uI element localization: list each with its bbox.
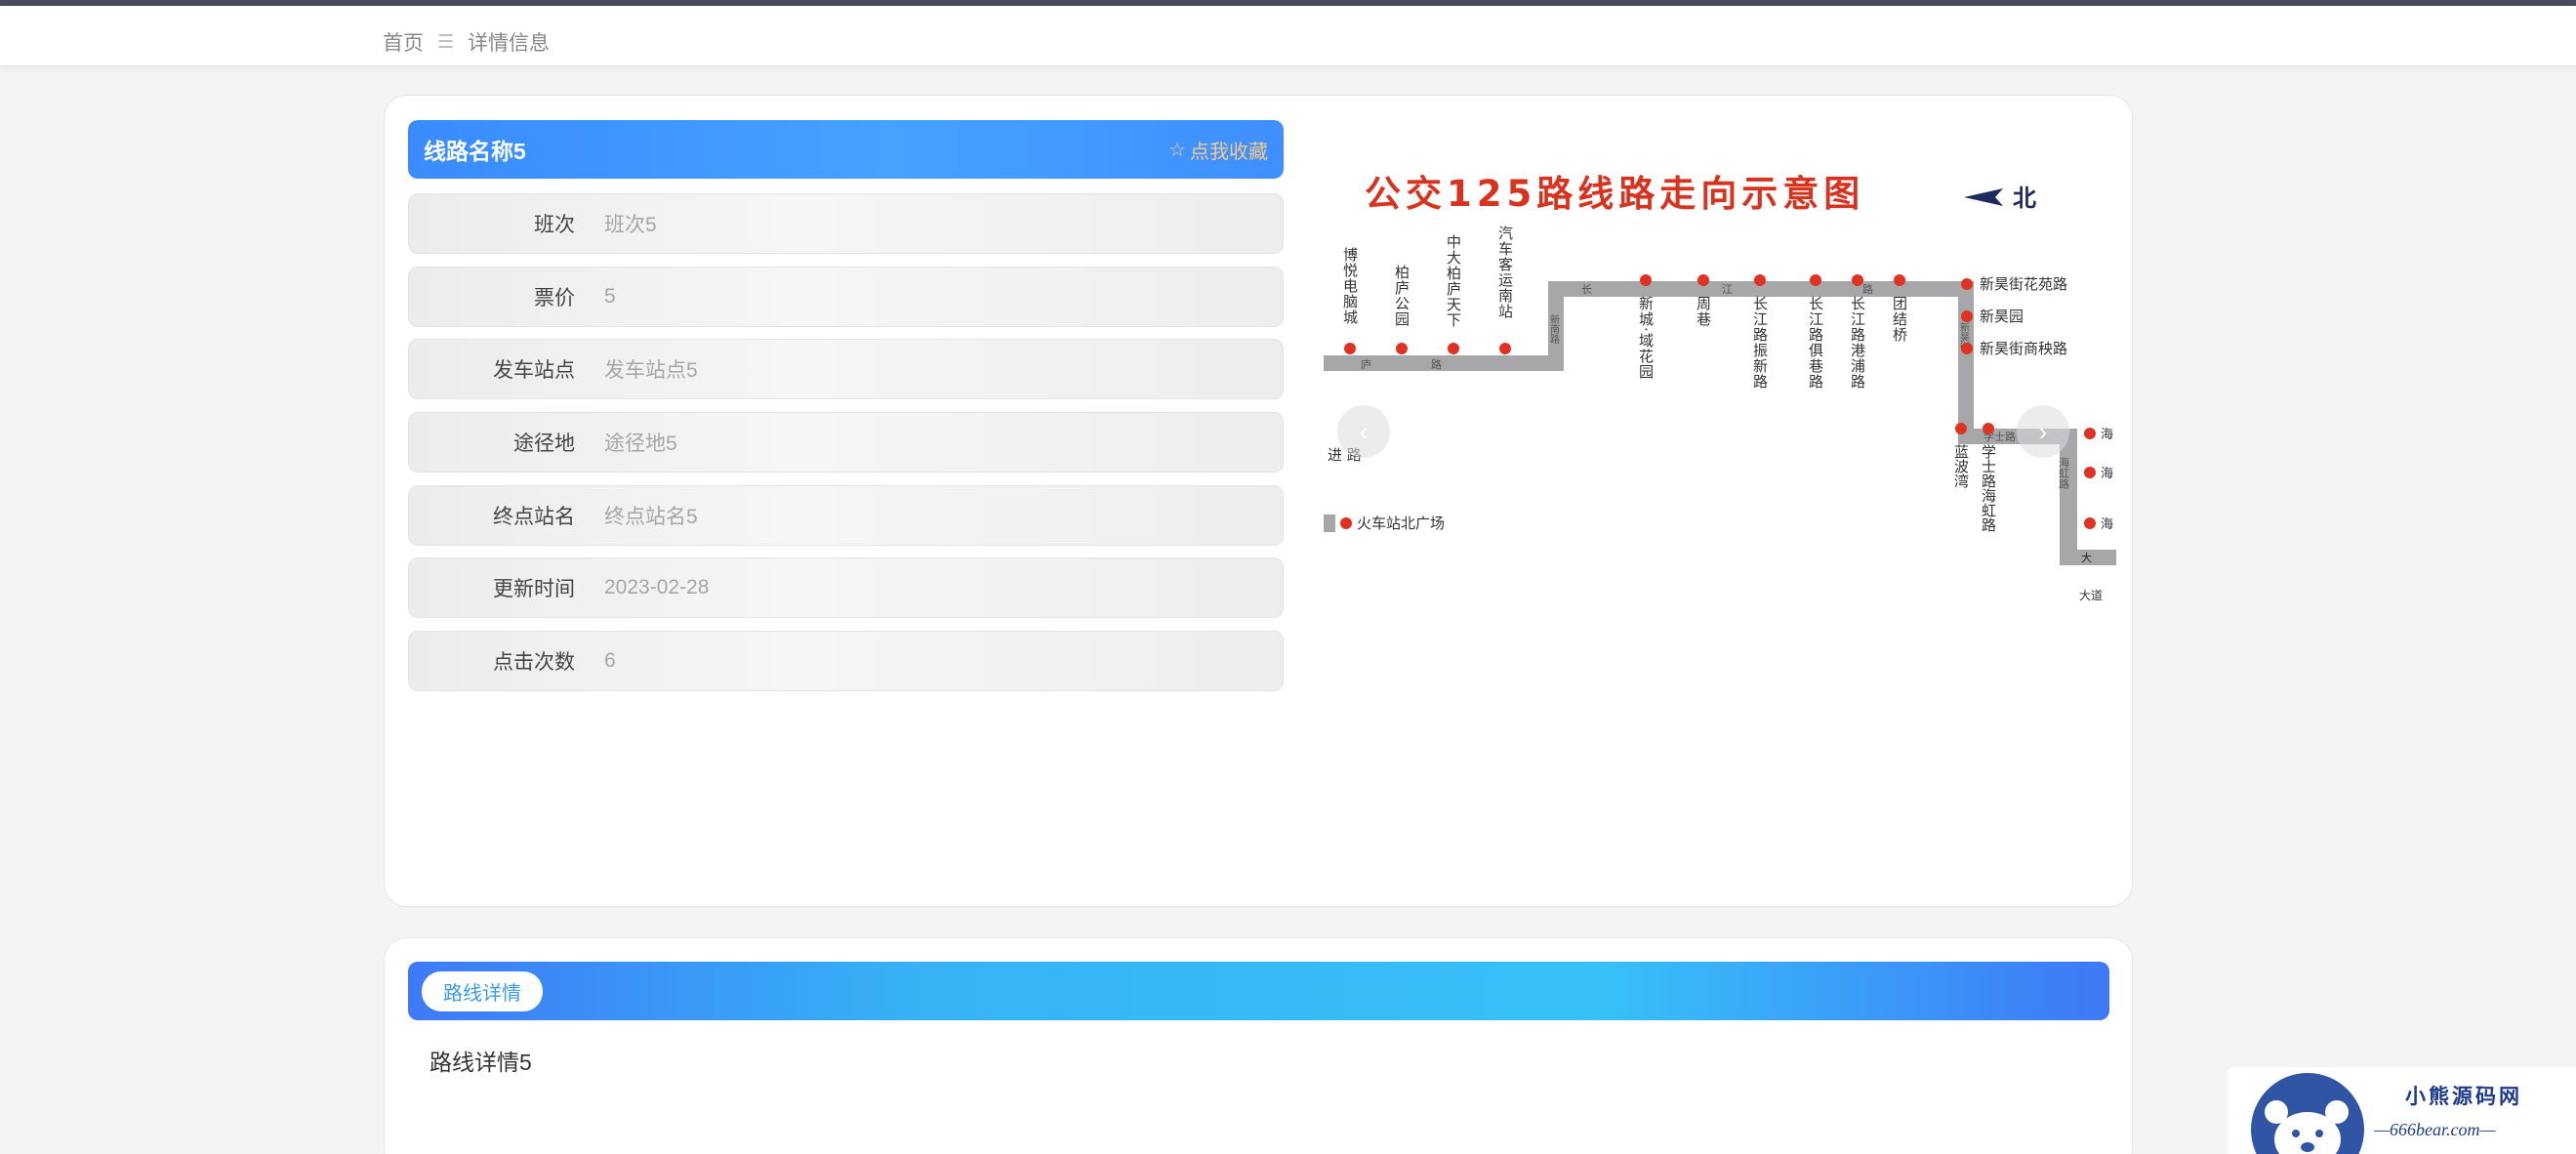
watermark-url: —666bear.com— xyxy=(2374,1120,2496,1139)
field-value: 班次5 xyxy=(604,214,657,236)
svg-text:大道: 大道 xyxy=(2079,589,2103,602)
station-names-edge: 海 海 海 大道 xyxy=(2079,428,2113,602)
breadcrumb-home[interactable]: 首页 xyxy=(383,27,424,57)
field-value: 终点站名5 xyxy=(604,506,698,528)
route-title-bar: 线路名称5 ☆ 点我收藏 xyxy=(408,120,1284,179)
field-label: 票价 xyxy=(534,287,575,309)
north-label: 北 xyxy=(2013,185,2036,212)
svg-text:博悦电脑城: 博悦电脑城 xyxy=(1341,247,1359,325)
svg-text:新南路: 新南路 xyxy=(1548,313,1560,345)
field-label: 更新时间 xyxy=(493,578,575,600)
svg-text:江: 江 xyxy=(1722,283,1733,296)
field-value: 途径地5 xyxy=(604,433,677,455)
map-title: 公交125路线路走向示意图 xyxy=(1365,173,1864,215)
legend-label: 火车站北广场 xyxy=(1357,515,1445,532)
route-map-carousel: 公交125路线路走向示意图 北 庐 路 新南路 长 江 路 新昊街 学士路 海虹… xyxy=(1320,120,2120,618)
svg-text:路: 路 xyxy=(1862,283,1873,296)
svg-text:海: 海 xyxy=(2101,517,2113,532)
svg-text:海虹路: 海虹路 xyxy=(2058,456,2070,490)
tab-route-detail[interactable]: 路线详情 xyxy=(422,970,543,1011)
chevron-left-icon: ‹ xyxy=(1359,416,1369,446)
station-names-top: 博悦电脑城 柏庐公园 中大柏庐天下 汽车客运南站 xyxy=(1341,226,1514,328)
route-detail-card: 路线详情 路线详情5 xyxy=(384,937,2133,1154)
bear-logo-icon xyxy=(2251,1073,2364,1154)
station-names-lower: 蓝波湾 学士路海虹路 xyxy=(1952,444,1997,532)
station-names-right: 新昊街花苑路 新昊园 新昊街商秧路 xyxy=(1980,275,2067,357)
svg-text:柏庐公园: 柏庐公园 xyxy=(1393,265,1411,327)
svg-text:学士路海虹路: 学士路海虹路 xyxy=(1980,444,1997,532)
breadcrumb-bar: 首页 ☰ 详情信息 xyxy=(0,6,2576,66)
detail-header-bar: 路线详情 xyxy=(408,962,2109,1020)
svg-text:庐: 庐 xyxy=(1361,357,1371,371)
site-watermark-logo: 小熊源码网 —666bear.com— xyxy=(2228,1067,2576,1154)
field-terminal-station: 终点站名 终点站名5 xyxy=(408,485,1284,546)
svg-text:长: 长 xyxy=(1581,283,1592,296)
chevron-right-icon: › xyxy=(2038,416,2048,446)
breadcrumb: 首页 ☰ 详情信息 xyxy=(383,27,550,57)
field-value: 5 xyxy=(604,285,616,308)
watermark-title: 小熊源码网 xyxy=(2405,1086,2522,1108)
field-value: 6 xyxy=(604,649,616,672)
svg-text:大: 大 xyxy=(2081,551,2092,564)
svg-text:团结桥: 团结桥 xyxy=(1891,296,1908,343)
svg-text:汽车客运南站: 汽车客运南站 xyxy=(1496,226,1514,319)
svg-text:长江路俱巷路: 长江路俱巷路 xyxy=(1807,296,1824,390)
route-detail-content: 路线详情5 xyxy=(429,1050,532,1075)
field-shift: 班次 班次5 xyxy=(408,193,1284,254)
svg-text:新昊街花苑路: 新昊街花苑路 xyxy=(1980,275,2067,293)
star-icon: ☆ xyxy=(1168,139,1186,161)
carousel-prev-button[interactable]: ‹ xyxy=(1337,405,1390,458)
svg-text:长江路港浦路: 长江路港浦路 xyxy=(1849,296,1866,390)
field-label: 发车站点 xyxy=(493,359,575,382)
field-label: 终点站名 xyxy=(493,506,575,528)
svg-text:海: 海 xyxy=(2101,467,2113,481)
field-value: 发车站点5 xyxy=(604,359,698,382)
field-label: 点击次数 xyxy=(493,651,575,674)
field-updated-time: 更新时间 2023-02-28 xyxy=(408,557,1284,618)
route-name: 线路名称5 xyxy=(424,139,526,164)
field-fare: 票价 5 xyxy=(408,267,1284,327)
north-arrow-icon xyxy=(1964,188,2003,206)
svg-text:蓝波湾: 蓝波湾 xyxy=(1952,444,1970,488)
field-label: 班次 xyxy=(534,214,575,236)
station-names-mid: 新城·域花园 周巷 长江路振新路 长江路俱巷路 长江路港浦路 团结桥 xyxy=(1637,296,1908,390)
field-via: 途径地 途径地5 xyxy=(408,412,1284,473)
breadcrumb-separator-icon: ☰ xyxy=(437,31,455,53)
field-click-count: 点击次数 6 xyxy=(408,631,1284,691)
svg-text:海: 海 xyxy=(2101,428,2113,442)
svg-text:新昊园: 新昊园 xyxy=(1980,308,2024,325)
svg-text:新昊街商秧路: 新昊街商秧路 xyxy=(1980,340,2067,357)
route-map-image: 公交125路线路走向示意图 北 庐 路 新南路 长 江 路 新昊街 学士路 海虹… xyxy=(1324,173,2116,602)
carousel-next-button[interactable]: › xyxy=(2017,405,2069,458)
svg-text:长江路振新路: 长江路振新路 xyxy=(1751,296,1769,390)
svg-text:新城·域花园: 新城·域花园 xyxy=(1637,296,1655,380)
favorite-label: 点我收藏 xyxy=(1190,141,1268,163)
field-value: 2023-02-28 xyxy=(604,576,710,598)
svg-text:中大柏庐天下: 中大柏庐天下 xyxy=(1445,234,1462,328)
svg-text:周巷: 周巷 xyxy=(1695,296,1712,327)
route-info-card: 线路名称5 ☆ 点我收藏 班次 班次5 票价 5 发车站点 发车站点5 途径地 … xyxy=(384,95,2133,907)
favorite-button[interactable]: ☆ 点我收藏 xyxy=(1168,136,1268,164)
field-label: 途径地 xyxy=(513,433,575,455)
svg-text:路: 路 xyxy=(1431,358,1442,371)
breadcrumb-current: 详情信息 xyxy=(468,32,551,55)
field-departure-station: 发车站点 发车站点5 xyxy=(408,339,1284,399)
